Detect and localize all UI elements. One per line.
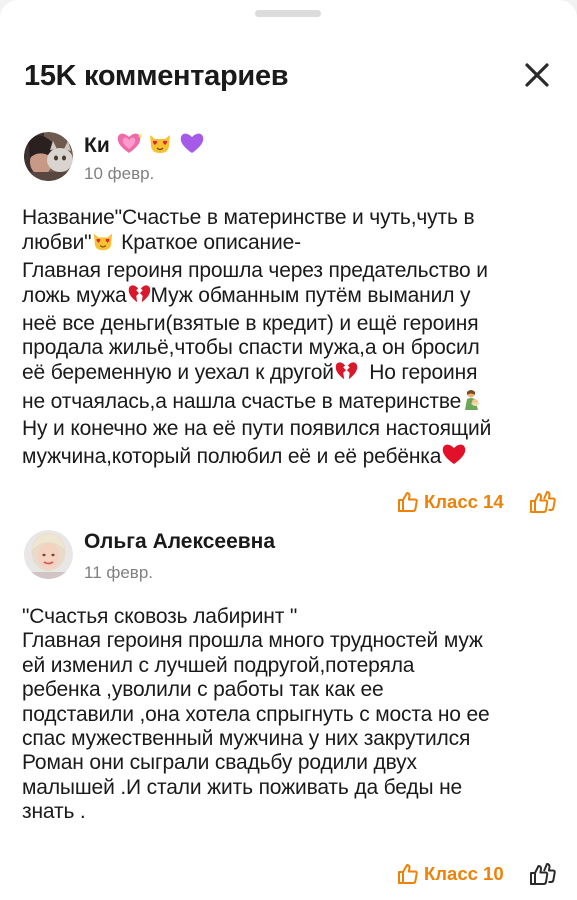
- comment-line: ребенка ,уволили с работы так как ее: [22, 678, 384, 702]
- comment-line: Роман они сыграли свадьбу родили двух: [22, 751, 417, 775]
- comment-date: 11 февр.: [84, 563, 154, 582]
- comments-title: 15K комментариев: [24, 60, 289, 92]
- comment-line: неё все деньги(взятые в кредит) и ещё ге…: [22, 311, 479, 335]
- text-fragment: не отчаялась,а нашла счастье в материнст…: [22, 389, 462, 413]
- comment-line: не отчаялась,а нашла счастье в материнст…: [22, 389, 557, 417]
- comment-line: Главная героиня прошла через предательст…: [22, 258, 488, 282]
- comment-line: знать .: [22, 800, 86, 824]
- text-fragment: Краткое описание-: [115, 231, 301, 255]
- text-fragment: её беременную и уехал к другой: [22, 361, 334, 385]
- comment-line: спас мужественный мужчина у них закрутил…: [22, 727, 471, 751]
- comment-line: малышей .И стали жить поживать да беды н…: [22, 775, 463, 799]
- comment-line: подставили ,она хотела спрыгнуть с моста…: [22, 702, 490, 726]
- comment-author[interactable]: Ки ✦: [84, 131, 205, 162]
- like-count-label: Класс 10: [424, 863, 504, 884]
- comment-text: Название"Счастье в материнстве и чуть,чу…: [22, 206, 557, 472]
- broken-heart-emoji: [127, 283, 151, 311]
- comment-line: ей изменил с лучшей подругой,потеряла: [22, 653, 415, 677]
- broken-heart-emoji: [334, 360, 358, 388]
- text-fragment: Но героиня: [357, 361, 478, 385]
- avatar[interactable]: [24, 132, 73, 181]
- text-fragment: любви": [22, 231, 92, 255]
- like-count-label: Класс 14: [424, 491, 504, 512]
- comment-line: любви" Краткое описание-: [22, 230, 557, 258]
- reply-class-icon[interactable]: [529, 861, 557, 889]
- red-heart-emoji: [441, 442, 467, 472]
- purple-heart-emoji: [179, 131, 205, 162]
- comment-author[interactable]: Ольга Алексеевна: [84, 529, 275, 555]
- text-fragment: Муж обманным путём выманил у: [150, 284, 471, 308]
- sheet-grabber[interactable]: [255, 10, 321, 17]
- heart-eyes-cat-emoji: [91, 230, 115, 258]
- comment-line: Название"Счастье в материнстве и чуть,чу…: [22, 206, 475, 229]
- comment-line: её беременную и уехал к другой Но героин…: [22, 360, 557, 388]
- comment-line: Главная героиня прошла много трудностей …: [22, 629, 483, 653]
- comment-line: мужчина,который полюбил её и её ребёнка: [22, 442, 557, 472]
- comment-line: продала жильё,чтобы спасти мужа,а он бро…: [22, 336, 480, 360]
- comment-line: ложь мужа Муж обманным путём выманил у: [22, 283, 557, 311]
- thumbs-up-icon: [398, 864, 418, 884]
- comment-line: "Счастья сковозь лабиринт ": [22, 605, 298, 628]
- like-button[interactable]: Класс 10: [396, 862, 504, 886]
- thumbs-up-icon: [398, 492, 418, 512]
- text-fragment: ложь мужа: [22, 284, 127, 308]
- like-button[interactable]: Класс 14: [396, 490, 504, 514]
- heart-eyes-cat-emoji: [147, 131, 173, 162]
- comment-date: 10 февр.: [84, 164, 155, 183]
- comments-sheet: 15K комментариев Ки ✦ 10 февр. Название"…: [0, 0, 577, 900]
- svg-text:✦: ✦: [137, 132, 142, 141]
- reply-class-icon[interactable]: [529, 489, 557, 517]
- sparkling-heart-emoji: ✦: [116, 131, 144, 162]
- mother-child-emoji: [461, 389, 485, 417]
- close-icon[interactable]: [520, 58, 554, 92]
- author-name: Ки: [84, 134, 110, 157]
- text-fragment: мужчина,который полюбил её и её ребёнка: [22, 444, 442, 468]
- comment-text: "Счастья сковозь лабиринт " Главная геро…: [22, 605, 557, 825]
- avatar[interactable]: [24, 530, 73, 579]
- comment-line: Ну и конечно же на её пути появился наст…: [22, 417, 492, 441]
